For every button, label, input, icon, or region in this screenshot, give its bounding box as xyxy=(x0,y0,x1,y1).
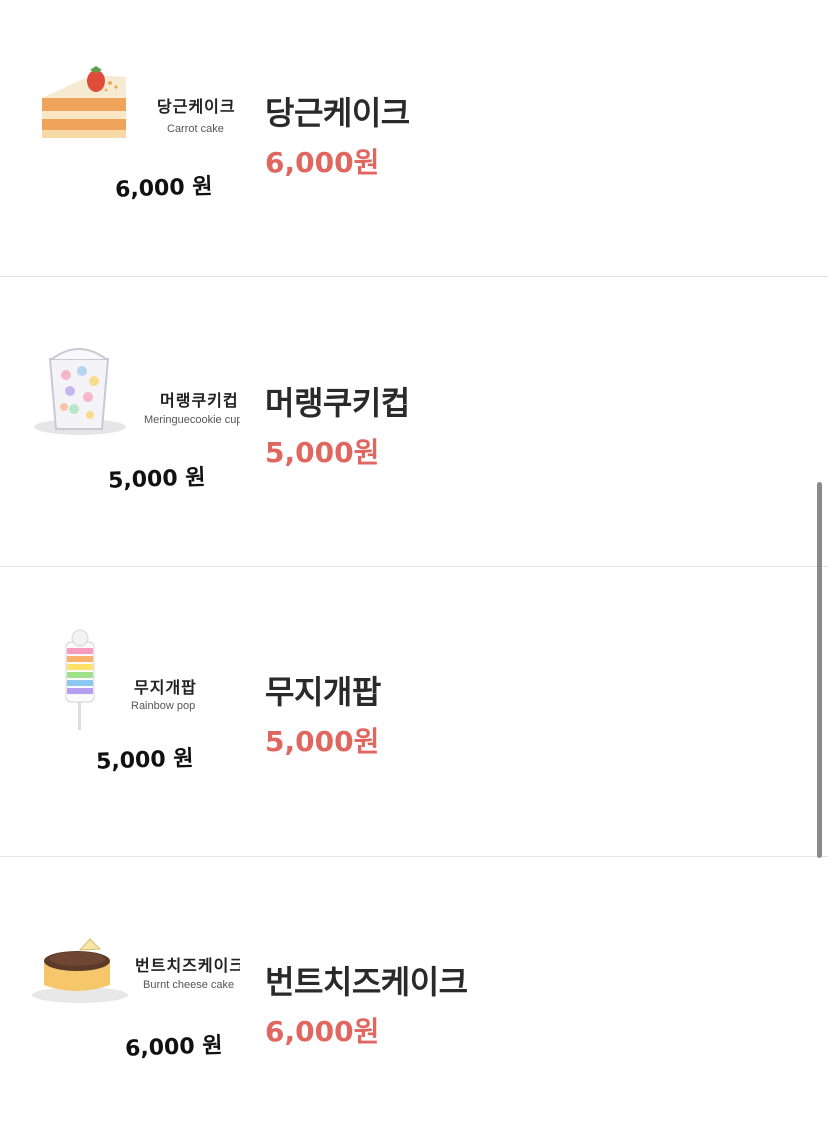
item-thumbnail: 머랭쿠키컵 Meringuecookie cup 5,000 원 xyxy=(30,337,240,507)
item-thumbnail: 번트치즈케이크 Burnt cheese cake 6,000 원 xyxy=(30,917,240,1087)
menu-item-meringue-cookie-cup[interactable]: 머랭쿠키컵 Meringuecookie cup 5,000 원 머랭쿠키컵 5… xyxy=(0,277,828,567)
thumb-name-kr: 머랭쿠키컵 xyxy=(160,391,239,410)
menu-item-burnt-cheese-cake[interactable]: 번트치즈케이크 Burnt cheese cake 6,000 원 번트치즈케이… xyxy=(0,857,828,1134)
thumb-price: 5,000 원 xyxy=(107,465,206,494)
menu-item-carrot-cake[interactable]: 당근케이크 Carrot cake 6,000 원 당근케이크 6,000원 xyxy=(0,0,828,290)
item-name: 머랭쿠키컵 xyxy=(265,384,410,422)
scrollbar[interactable] xyxy=(817,482,822,858)
item-name: 번트치즈케이크 xyxy=(265,963,468,1001)
thumb-name-en: Meringuecookie cup xyxy=(144,414,240,426)
thumb-name-en: Burnt cheese cake xyxy=(143,979,235,991)
thumb-price: 6,000 원 xyxy=(124,1033,223,1062)
thumb-price: 6,000 원 xyxy=(114,174,213,203)
thumb-name-en: Carrot cake xyxy=(167,123,224,135)
thumb-price: 5,000 원 xyxy=(95,746,194,775)
item-thumbnail: 당근케이크 Carrot cake 6,000 원 xyxy=(30,45,240,215)
thumb-name-kr: 무지개팝 xyxy=(134,678,197,697)
menu-item-rainbow-pop[interactable]: 무지개팝 Rainbow pop 5,000 원 무지개팝 5,000원 xyxy=(0,567,828,857)
thumb-name-kr: 번트치즈케이크 xyxy=(135,956,240,975)
menu-list: 당근케이크 Carrot cake 6,000 원 당근케이크 6,000원 머… xyxy=(0,0,828,1134)
thumb-name-en: Rainbow pop xyxy=(131,700,196,712)
item-price: 5,000원 xyxy=(265,725,380,758)
item-price: 6,000원 xyxy=(265,1015,380,1048)
item-price: 5,000원 xyxy=(265,436,380,469)
thumb-name-kr: 당근케이크 xyxy=(157,97,236,116)
item-name: 무지개팝 xyxy=(265,673,381,711)
item-price: 6,000원 xyxy=(265,146,380,179)
item-thumbnail: 무지개팝 Rainbow pop 5,000 원 xyxy=(30,622,240,792)
item-name: 당근케이크 xyxy=(265,94,410,132)
